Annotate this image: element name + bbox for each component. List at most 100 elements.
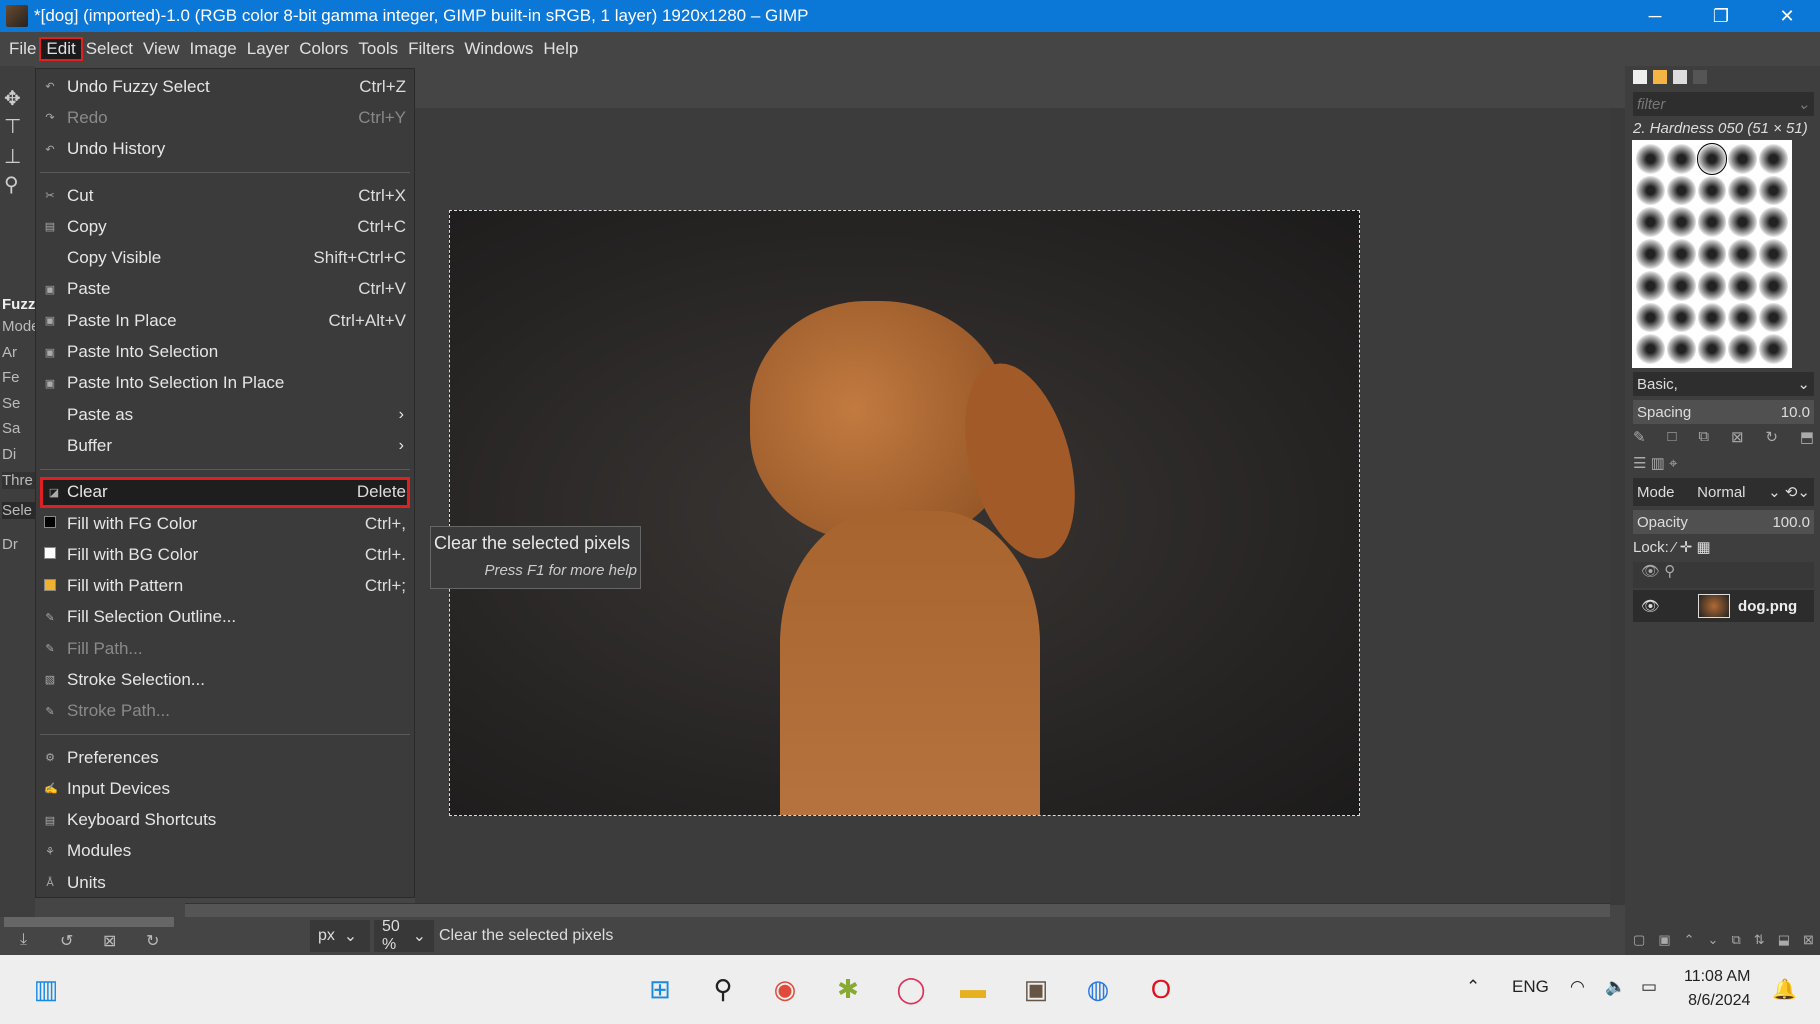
edge-icon[interactable]: ◍ bbox=[1078, 969, 1118, 1009]
menu-item-clear[interactable]: ◪ Clear Delete bbox=[40, 476, 410, 508]
opacity-spinner[interactable]: Opacity 100.0 bbox=[1633, 510, 1814, 534]
brush-preview[interactable] bbox=[1697, 302, 1727, 333]
menu-item-paste-into-selection-in-place[interactable]: ▣ Paste Into Selection In Place bbox=[36, 368, 414, 399]
crop-tool-icon[interactable]: ⊤ bbox=[4, 114, 21, 139]
sample-merged-checkbox[interactable]: Sa bbox=[2, 420, 35, 437]
eye-icon[interactable]: 👁 bbox=[1641, 597, 1660, 615]
layer-row[interactable]: 👁 dog.png bbox=[1633, 590, 1814, 622]
menu-item-paste-in-place[interactable]: ▣ Paste In Place Ctrl+Alt+V bbox=[36, 305, 414, 336]
delete-icon[interactable]: ⊠ bbox=[103, 931, 116, 951]
menu-select[interactable]: Select bbox=[81, 39, 138, 59]
horizontal-scrollbar[interactable] bbox=[185, 903, 1610, 917]
brushes-tab[interactable] bbox=[1633, 70, 1647, 84]
diagonal-checkbox[interactable]: Di bbox=[2, 446, 35, 463]
search-icon[interactable]: ⚲ bbox=[703, 969, 743, 1009]
menu-colors[interactable]: Colors bbox=[294, 39, 353, 59]
menu-item-fill-with-fg-color[interactable]: Fill with FG Color Ctrl+, bbox=[36, 508, 414, 539]
edit-brush-icon[interactable]: ✎ bbox=[1633, 428, 1646, 446]
menu-filters[interactable]: Filters bbox=[403, 39, 459, 59]
refresh-brushes-icon[interactable]: ↻ bbox=[1765, 428, 1778, 446]
brush-preview[interactable] bbox=[1728, 207, 1758, 238]
wifi-icon[interactable]: ◠ bbox=[1570, 977, 1585, 997]
menu-image[interactable]: Image bbox=[185, 39, 242, 59]
task-view-icon[interactable]: ▥ bbox=[26, 969, 66, 1009]
brush-preview[interactable] bbox=[1636, 207, 1665, 238]
menu-item-paste-into-selection[interactable]: ▣ Paste Into Selection bbox=[36, 336, 414, 367]
brush-preview[interactable] bbox=[1696, 143, 1728, 175]
brush-preview[interactable] bbox=[1666, 207, 1696, 238]
brush-preview[interactable] bbox=[1636, 270, 1665, 301]
brush-preview[interactable] bbox=[1728, 175, 1758, 206]
zoom-tool-icon[interactable]: ⚲ bbox=[4, 172, 19, 197]
brush-preview[interactable] bbox=[1636, 302, 1665, 333]
menu-item-modules[interactable]: ⚘ Modules bbox=[36, 836, 414, 867]
layers-dock-tabs[interactable]: ☰ ▥ ⌖ bbox=[1633, 454, 1814, 472]
brush-preview[interactable] bbox=[1759, 302, 1788, 333]
brush-preview[interactable] bbox=[1728, 239, 1758, 269]
select-by-dropdown[interactable]: Sele bbox=[2, 502, 35, 519]
duplicate-brush-icon[interactable]: ⧉ bbox=[1698, 428, 1709, 446]
menu-tools[interactable]: Tools bbox=[353, 39, 403, 59]
opera-gx-icon[interactable]: ◯ bbox=[891, 969, 931, 1009]
menu-item-copy[interactable]: ▤ Copy Ctrl+C bbox=[36, 211, 414, 242]
maximize-button[interactable]: ❐ bbox=[1688, 0, 1754, 32]
spacing-spinner[interactable]: Spacing 10.0 bbox=[1633, 400, 1814, 424]
brush-preview[interactable] bbox=[1636, 175, 1665, 206]
brush-preview[interactable] bbox=[1759, 207, 1788, 238]
chrome-icon[interactable]: ◉ bbox=[765, 969, 805, 1009]
slack-icon[interactable]: ✱ bbox=[828, 969, 868, 1009]
menu-item-undo-fuzzy-select[interactable]: ↶ Undo Fuzzy Select Ctrl+Z bbox=[36, 71, 414, 102]
brush-preview[interactable] bbox=[1728, 334, 1758, 364]
move-tool-icon[interactable]: ✥ bbox=[4, 86, 21, 111]
brush-filter-input[interactable]: filter ⌄ bbox=[1633, 92, 1814, 116]
menu-layer[interactable]: Layer bbox=[242, 39, 295, 59]
menu-item-cut[interactable]: ✂ Cut Ctrl+X bbox=[36, 180, 414, 211]
reset-icon[interactable]: ↻ bbox=[146, 931, 159, 951]
menu-item-fill-selection-outline[interactable]: ✎ Fill Selection Outline... bbox=[36, 602, 414, 633]
volume-icon[interactable]: 🔈 bbox=[1605, 977, 1626, 997]
brush-preview[interactable] bbox=[1697, 175, 1727, 206]
menu-item-stroke-selection[interactable]: ▧ Stroke Selection... bbox=[36, 664, 414, 695]
menu-help[interactable]: Help bbox=[538, 39, 583, 59]
brush-preview[interactable] bbox=[1636, 144, 1665, 174]
brush-preview[interactable] bbox=[1759, 334, 1788, 364]
brush-preview[interactable] bbox=[1728, 144, 1758, 174]
menu-windows[interactable]: Windows bbox=[459, 39, 538, 59]
menu-item-undo-history[interactable]: ↶ Undo History bbox=[36, 134, 414, 165]
brush-preview[interactable] bbox=[1759, 175, 1788, 206]
close-button[interactable]: ✕ bbox=[1754, 0, 1820, 32]
brush-preview[interactable] bbox=[1697, 207, 1727, 238]
language-indicator[interactable]: ENG bbox=[1512, 977, 1549, 997]
brush-preview[interactable] bbox=[1697, 270, 1727, 301]
lock-pixels-icon[interactable]: ⁄ bbox=[1673, 539, 1676, 556]
notification-bell-icon[interactable]: 🔔 bbox=[1772, 977, 1797, 1002]
restore-icon[interactable]: ↺ bbox=[60, 931, 73, 951]
image-canvas[interactable] bbox=[449, 210, 1360, 816]
brush-preview[interactable] bbox=[1759, 144, 1788, 174]
brush-preview[interactable] bbox=[1636, 334, 1665, 364]
patterns-tab[interactable] bbox=[1653, 70, 1667, 84]
feather-checkbox[interactable]: Fe bbox=[2, 369, 35, 386]
new-brush-icon[interactable]: □ bbox=[1667, 428, 1676, 446]
menu-item-buffer[interactable]: Buffer › bbox=[36, 430, 414, 461]
minimize-button[interactable]: ─ bbox=[1622, 0, 1688, 32]
unit-select[interactable]: px ⌄ bbox=[310, 920, 370, 952]
brush-tag-select[interactable]: Basic, ⌄ bbox=[1633, 372, 1814, 396]
brush-preview[interactable] bbox=[1666, 334, 1696, 364]
clone-tool-icon[interactable]: ⊥ bbox=[4, 144, 21, 169]
brush-preview[interactable] bbox=[1666, 144, 1696, 174]
open-brush-icon[interactable]: ⬒ bbox=[1800, 428, 1814, 446]
menu-item-fill-with-pattern[interactable]: Fill with Pattern Ctrl+; bbox=[36, 570, 414, 601]
brush-preview[interactable] bbox=[1697, 334, 1727, 364]
menu-edit[interactable]: Edit bbox=[39, 37, 83, 61]
start-icon[interactable]: ⊞ bbox=[640, 969, 680, 1009]
lock-position-icon[interactable]: ✛ bbox=[1680, 539, 1693, 556]
save-options-icon[interactable]: ⤓ bbox=[20, 931, 27, 949]
menu-item-redo[interactable]: ↷ Redo Ctrl+Y bbox=[36, 102, 414, 133]
gimp-taskbar-icon[interactable]: ▣ bbox=[1016, 969, 1056, 1009]
menu-item-copy-visible[interactable]: Copy Visible Shift+Ctrl+C bbox=[36, 242, 414, 273]
menu-item-input-devices[interactable]: ✍ Input Devices bbox=[36, 773, 414, 804]
brush-preview[interactable] bbox=[1666, 239, 1696, 269]
opera-icon[interactable]: O bbox=[1141, 969, 1181, 1009]
brush-preview[interactable] bbox=[1636, 239, 1665, 269]
